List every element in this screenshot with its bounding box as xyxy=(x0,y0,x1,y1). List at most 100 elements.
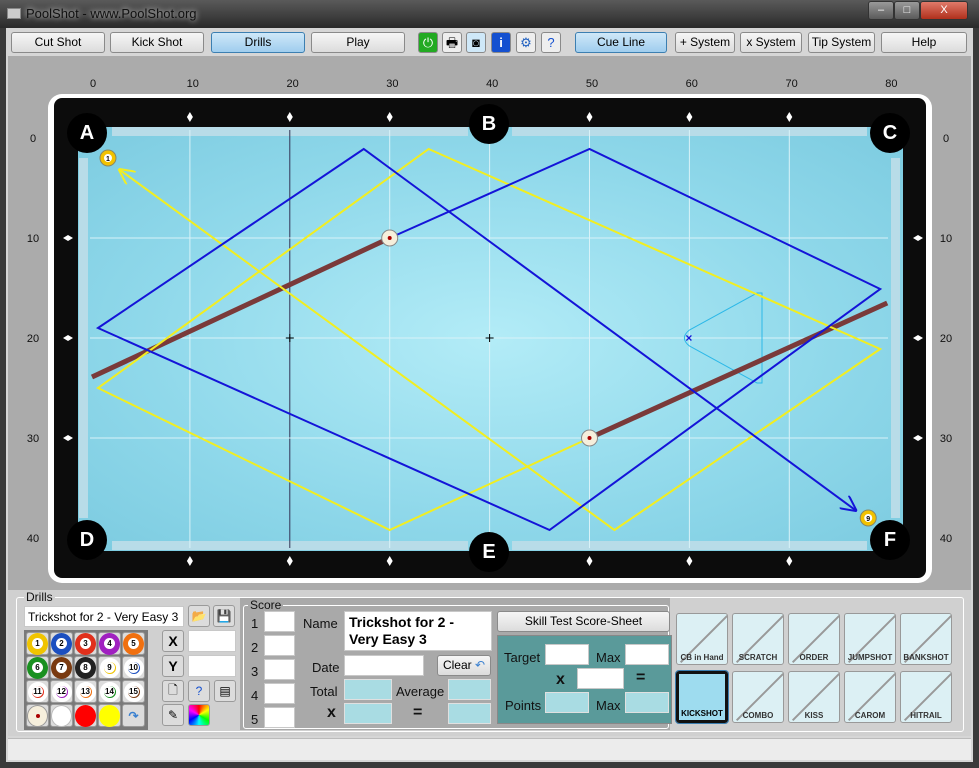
date-field[interactable] xyxy=(344,655,424,676)
ball-palette: 1 2 3 4 5 6 7 8 9 10 11 12 13 14 15 ↷ xyxy=(24,630,148,730)
shot-type-label: JUMPSHOT xyxy=(847,653,893,662)
shot-type-kiss[interactable]: KISS xyxy=(788,671,840,723)
skill-multiply-label: x xyxy=(556,671,565,688)
ball-13-button[interactable]: 13 xyxy=(74,680,97,703)
shot-type-scratch[interactable]: SCRATCH xyxy=(732,613,784,665)
shot-type-cb-in-hand[interactable]: CB in Hand xyxy=(676,613,728,665)
x-field[interactable] xyxy=(188,630,236,652)
left-axis-tick: 10 xyxy=(26,233,40,245)
ball-number: 7 xyxy=(56,662,67,673)
max-label: Max xyxy=(596,650,621,665)
max-points-field xyxy=(625,692,669,713)
skill-test-score-sheet-button[interactable]: Skill Test Score-Sheet xyxy=(497,611,670,632)
table-drawing[interactable]: × 1 9 xyxy=(0,0,979,600)
ball-11-icon: 11 xyxy=(27,681,48,702)
score-name-field[interactable]: Trickshot for 2 - Very Easy 3 xyxy=(344,611,492,651)
points-label: Points xyxy=(505,698,542,713)
shot-type-carom[interactable]: CAROM xyxy=(844,671,896,723)
center-mark xyxy=(485,334,494,342)
score-row-label: 2 xyxy=(251,640,259,655)
ball-6-button[interactable]: 6 xyxy=(26,656,49,679)
ghost-ball-button[interactable] xyxy=(50,704,73,727)
ball-number: 13 xyxy=(80,686,91,697)
ball-13-icon: 13 xyxy=(75,681,96,702)
skill-multiplier-field[interactable] xyxy=(577,668,624,689)
right-axis-tick: 30 xyxy=(939,433,953,445)
ball-12-icon: 12 xyxy=(51,681,72,702)
ball-number: 6 xyxy=(32,662,43,673)
shot-type-kickshot[interactable]: KICKSHOT xyxy=(675,670,729,724)
save-icon[interactable]: 💾 xyxy=(213,605,235,627)
ball-1-button[interactable]: 1 xyxy=(26,632,49,655)
ball-15-button[interactable]: 15 xyxy=(122,680,145,703)
edit-notes-icon[interactable]: ✎ xyxy=(162,704,184,726)
y-field[interactable] xyxy=(188,655,236,677)
ball-14-button[interactable]: 14 xyxy=(98,680,121,703)
x-label: X xyxy=(162,630,184,652)
average-label: Average xyxy=(396,684,445,699)
ball-2-button[interactable]: 2 xyxy=(50,632,73,655)
date-label: Date xyxy=(312,660,340,675)
ball-3-button[interactable]: 3 xyxy=(74,632,97,655)
total-label: Total xyxy=(310,684,338,699)
yellow-marker-button[interactable] xyxy=(98,704,121,727)
red-marker-button[interactable] xyxy=(74,704,97,727)
score-row-field[interactable] xyxy=(264,659,295,680)
y-label: Y xyxy=(162,655,184,677)
score-row-field[interactable] xyxy=(264,707,295,728)
diamond xyxy=(786,112,793,122)
x-axis-tick: 60 xyxy=(685,78,698,90)
diamond xyxy=(186,112,193,122)
ball-14-icon: 14 xyxy=(99,681,120,702)
center-mark xyxy=(285,334,294,342)
undo-icon: ↶ xyxy=(474,658,486,672)
score-row-field[interactable] xyxy=(264,611,295,632)
redo-icon[interactable]: ↷ xyxy=(122,704,145,727)
score-row-label: 1 xyxy=(251,616,259,631)
shot-type-order[interactable]: ORDER xyxy=(788,613,840,665)
shot-type-combo[interactable]: COMBO xyxy=(732,671,784,723)
ball-10-button[interactable]: 10 xyxy=(122,656,145,679)
max-field[interactable] xyxy=(625,644,669,665)
ball-7-button[interactable]: 7 xyxy=(50,656,73,679)
shot-type-hitrail[interactable]: HITRAIL xyxy=(900,671,952,723)
x-axis-tick: 80 xyxy=(885,78,898,90)
pocket-b: B xyxy=(469,104,509,144)
clear-button[interactable]: Clear ↶ xyxy=(437,655,491,676)
ball-8-button[interactable]: 8 xyxy=(74,656,97,679)
drill-name-field[interactable]: Trickshot for 2 - Very Easy 3 xyxy=(24,606,184,627)
pocket-a: A xyxy=(67,113,107,153)
score-row-field[interactable] xyxy=(264,635,295,656)
ball-9-button[interactable]: 9 xyxy=(98,656,121,679)
ball-6-icon: 6 xyxy=(27,656,48,679)
target-field[interactable] xyxy=(545,644,589,665)
color-palette-icon[interactable] xyxy=(188,704,210,726)
left-axis-tick: 20 xyxy=(26,333,40,345)
new-document-icon[interactable]: 🗋 xyxy=(162,680,184,702)
clear-label: Clear xyxy=(442,658,472,672)
right-axis-tick: 40 xyxy=(939,533,953,545)
ball-number: 12 xyxy=(56,686,67,697)
table-list-icon[interactable]: ▤ xyxy=(214,680,236,702)
status-bar xyxy=(8,738,971,760)
shot-type-jumpshot[interactable]: JUMPSHOT xyxy=(844,613,896,665)
ball-12-button[interactable]: 12 xyxy=(50,680,73,703)
score-row-label: 4 xyxy=(251,688,259,703)
open-folder-icon[interactable]: 📂 xyxy=(188,605,210,627)
shot-type-label: KICKSHOT xyxy=(681,709,723,718)
ball-11-button[interactable]: 11 xyxy=(26,680,49,703)
left-axis-tick: 40 xyxy=(26,533,40,545)
total-field xyxy=(344,679,392,700)
ball-number: 15 xyxy=(128,686,139,697)
cue-ball-button[interactable] xyxy=(26,704,49,727)
x-axis-tick: 50 xyxy=(585,78,599,90)
ball-4-button[interactable]: 4 xyxy=(98,632,121,655)
shot-type-label: CAROM xyxy=(854,711,886,720)
document-help-icon[interactable]: ? xyxy=(188,680,210,702)
shot-type-bankshot[interactable]: BANKSHOT xyxy=(900,613,952,665)
left-axis-tick: 0 xyxy=(29,133,37,145)
diamond xyxy=(586,556,593,566)
score-row-field[interactable] xyxy=(264,683,295,704)
cue-line xyxy=(588,300,889,441)
ball-5-button[interactable]: 5 xyxy=(122,632,145,655)
